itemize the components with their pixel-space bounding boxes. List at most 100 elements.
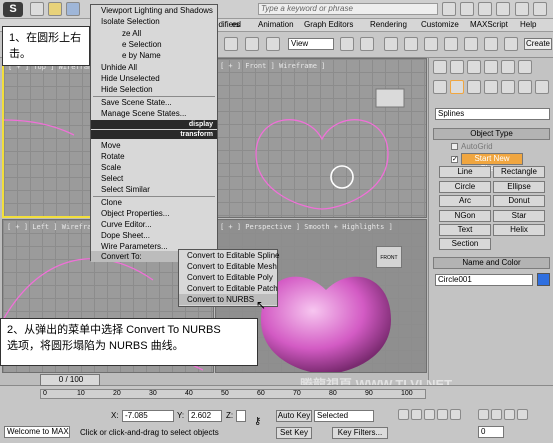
close-icon[interactable] — [533, 2, 547, 16]
menu-customize[interactable]: Customize — [421, 20, 459, 29]
name-and-color-rollout[interactable]: Name and Color — [433, 257, 550, 269]
ellipse-button[interactable]: Ellipse — [493, 181, 545, 193]
rotate-item[interactable]: Rotate — [91, 151, 217, 162]
menu-maxscript[interactable]: MAXScript — [470, 20, 508, 29]
unhide-by-name-item[interactable]: e by Name — [91, 50, 217, 61]
render-icon[interactable] — [504, 37, 518, 51]
hierarchy-tab-icon[interactable] — [467, 60, 481, 74]
info-icon[interactable] — [460, 2, 474, 16]
display-tab-icon[interactable] — [501, 60, 515, 74]
minimize-icon[interactable] — [515, 2, 529, 16]
layer-icon[interactable] — [484, 37, 498, 51]
helix-button[interactable]: Helix — [493, 224, 545, 236]
open-icon[interactable] — [48, 2, 62, 16]
align-icon[interactable] — [464, 37, 478, 51]
star-icon[interactable] — [478, 2, 492, 16]
utilities-tab-icon[interactable] — [518, 60, 532, 74]
time-slider[interactable]: 0 / 100 — [40, 374, 100, 386]
set-key-button[interactable]: Set Key — [276, 427, 312, 439]
mirror-icon[interactable] — [444, 37, 458, 51]
helpers-icon[interactable] — [501, 80, 515, 94]
key-icon[interactable]: ⚷ — [254, 416, 261, 427]
line-button[interactable]: Line — [439, 166, 491, 178]
auto-key-button[interactable]: Auto Key — [276, 410, 312, 422]
select-similar-item[interactable]: Select Similar — [91, 184, 217, 195]
percent-snap-icon[interactable] — [424, 37, 438, 51]
search-input[interactable]: Type a keyword or phrase — [258, 3, 438, 15]
zoom-all-icon[interactable] — [491, 409, 502, 420]
freeze-selection-item[interactable]: e Selection — [91, 39, 217, 50]
z-coordinate-field[interactable] — [236, 410, 246, 422]
ngon-button[interactable]: NGon — [439, 210, 491, 222]
spacewarps-icon[interactable] — [518, 80, 532, 94]
isolate-selection-item[interactable]: Isolate Selection — [91, 16, 217, 27]
save-icon[interactable] — [66, 2, 80, 16]
angle-snap-icon[interactable] — [404, 37, 418, 51]
play-icon[interactable] — [424, 409, 435, 420]
x-coordinate-field[interactable]: -7.085 — [122, 410, 174, 422]
motion-tab-icon[interactable] — [484, 60, 498, 74]
modify-tab-icon[interactable] — [450, 60, 464, 74]
object-color-swatch[interactable] — [537, 273, 550, 286]
curve-editor-item[interactable]: Curve Editor... — [91, 219, 217, 230]
zoom-icon[interactable] — [478, 409, 489, 420]
viewport-lighting-item[interactable]: Viewport Lighting and Shadows — [91, 5, 217, 16]
star-button[interactable]: Star — [493, 210, 545, 222]
dope-sheet-item[interactable]: Dope Sheet... — [91, 230, 217, 241]
key-filters-button[interactable]: Key Filters... — [332, 427, 388, 439]
convert-editable-poly-item[interactable]: Convert to Editable Poly — [179, 272, 277, 283]
key-selection-dropdown[interactable]: Selected — [314, 410, 374, 422]
zoom-extents-icon[interactable] — [504, 409, 515, 420]
manage-scene-states-item[interactable]: Manage Scene States... — [91, 108, 217, 119]
pivot-icon[interactable] — [340, 37, 354, 51]
scale-item[interactable]: Scale — [91, 162, 217, 173]
help-icon[interactable] — [496, 2, 510, 16]
geometry-icon[interactable] — [433, 80, 447, 94]
lights-icon[interactable] — [467, 80, 481, 94]
y-coordinate-field[interactable]: 2.602 — [188, 410, 222, 422]
scale-tool-icon[interactable] — [266, 37, 280, 51]
move-item[interactable]: Move — [91, 140, 217, 151]
convert-editable-spline-item[interactable]: Convert to Editable Spline — [179, 250, 280, 261]
reference-coordinate-select[interactable]: View — [288, 38, 334, 50]
create-tab-icon[interactable] — [433, 60, 447, 74]
pan-icon[interactable] — [517, 409, 528, 420]
rectangle-button[interactable]: Rectangle — [493, 166, 545, 178]
arc-button[interactable]: Arc — [439, 195, 491, 207]
goto-start-icon[interactable] — [398, 409, 409, 420]
shapes-icon[interactable] — [450, 80, 464, 94]
autogrid-checkbox[interactable] — [451, 143, 458, 150]
create-selection-set[interactable]: Create — [524, 38, 552, 50]
select-manipulate-icon[interactable] — [360, 37, 374, 51]
convert-editable-patch-item[interactable]: Convert to Editable Patch — [179, 283, 278, 294]
convert-editable-mesh-item[interactable]: Convert to Editable Mesh — [179, 261, 277, 272]
unfreeze-all-item[interactable]: ze All — [91, 28, 217, 39]
menu-help[interactable]: Help — [520, 20, 536, 29]
prev-frame-icon[interactable] — [411, 409, 422, 420]
unhide-all-item[interactable]: Unhide All — [91, 62, 217, 73]
cameras-icon[interactable] — [484, 80, 498, 94]
current-frame-field[interactable]: 0 — [478, 426, 504, 438]
next-frame-icon[interactable] — [437, 409, 448, 420]
start-new-shape-checkbox[interactable]: ✓ — [451, 155, 458, 163]
viewport-front[interactable]: [ + ] Front ] Wireframe ] — [215, 58, 427, 218]
hide-selection-item[interactable]: Hide Selection — [91, 84, 217, 95]
section-button[interactable]: Section — [439, 238, 491, 250]
systems-icon[interactable] — [535, 80, 549, 94]
snap-toggle-icon[interactable] — [384, 37, 398, 51]
save-scene-state-item[interactable]: Save Scene State... — [91, 97, 217, 108]
object-properties-item[interactable]: Object Properties... — [91, 208, 217, 219]
autogrid-row[interactable]: AutoGrid — [451, 142, 493, 151]
menu-graph-editors[interactable]: Graph Editors — [304, 20, 353, 29]
rotate-tool-icon[interactable] — [245, 37, 259, 51]
category-dropdown[interactable]: Splines — [435, 108, 550, 120]
hide-unselected-item[interactable]: Hide Unselected — [91, 73, 217, 84]
select-item[interactable]: Select — [91, 173, 217, 184]
object-name-field[interactable]: Circle001 — [435, 274, 533, 286]
menu-animation[interactable]: Animation — [258, 20, 294, 29]
new-icon[interactable] — [30, 2, 44, 16]
app-logo-icon[interactable]: S — [3, 2, 23, 17]
donut-button[interactable]: Donut — [493, 195, 545, 207]
search-icon[interactable] — [442, 2, 456, 16]
welcome-maxscript-listener[interactable]: Welcome to MAX — [4, 426, 70, 438]
